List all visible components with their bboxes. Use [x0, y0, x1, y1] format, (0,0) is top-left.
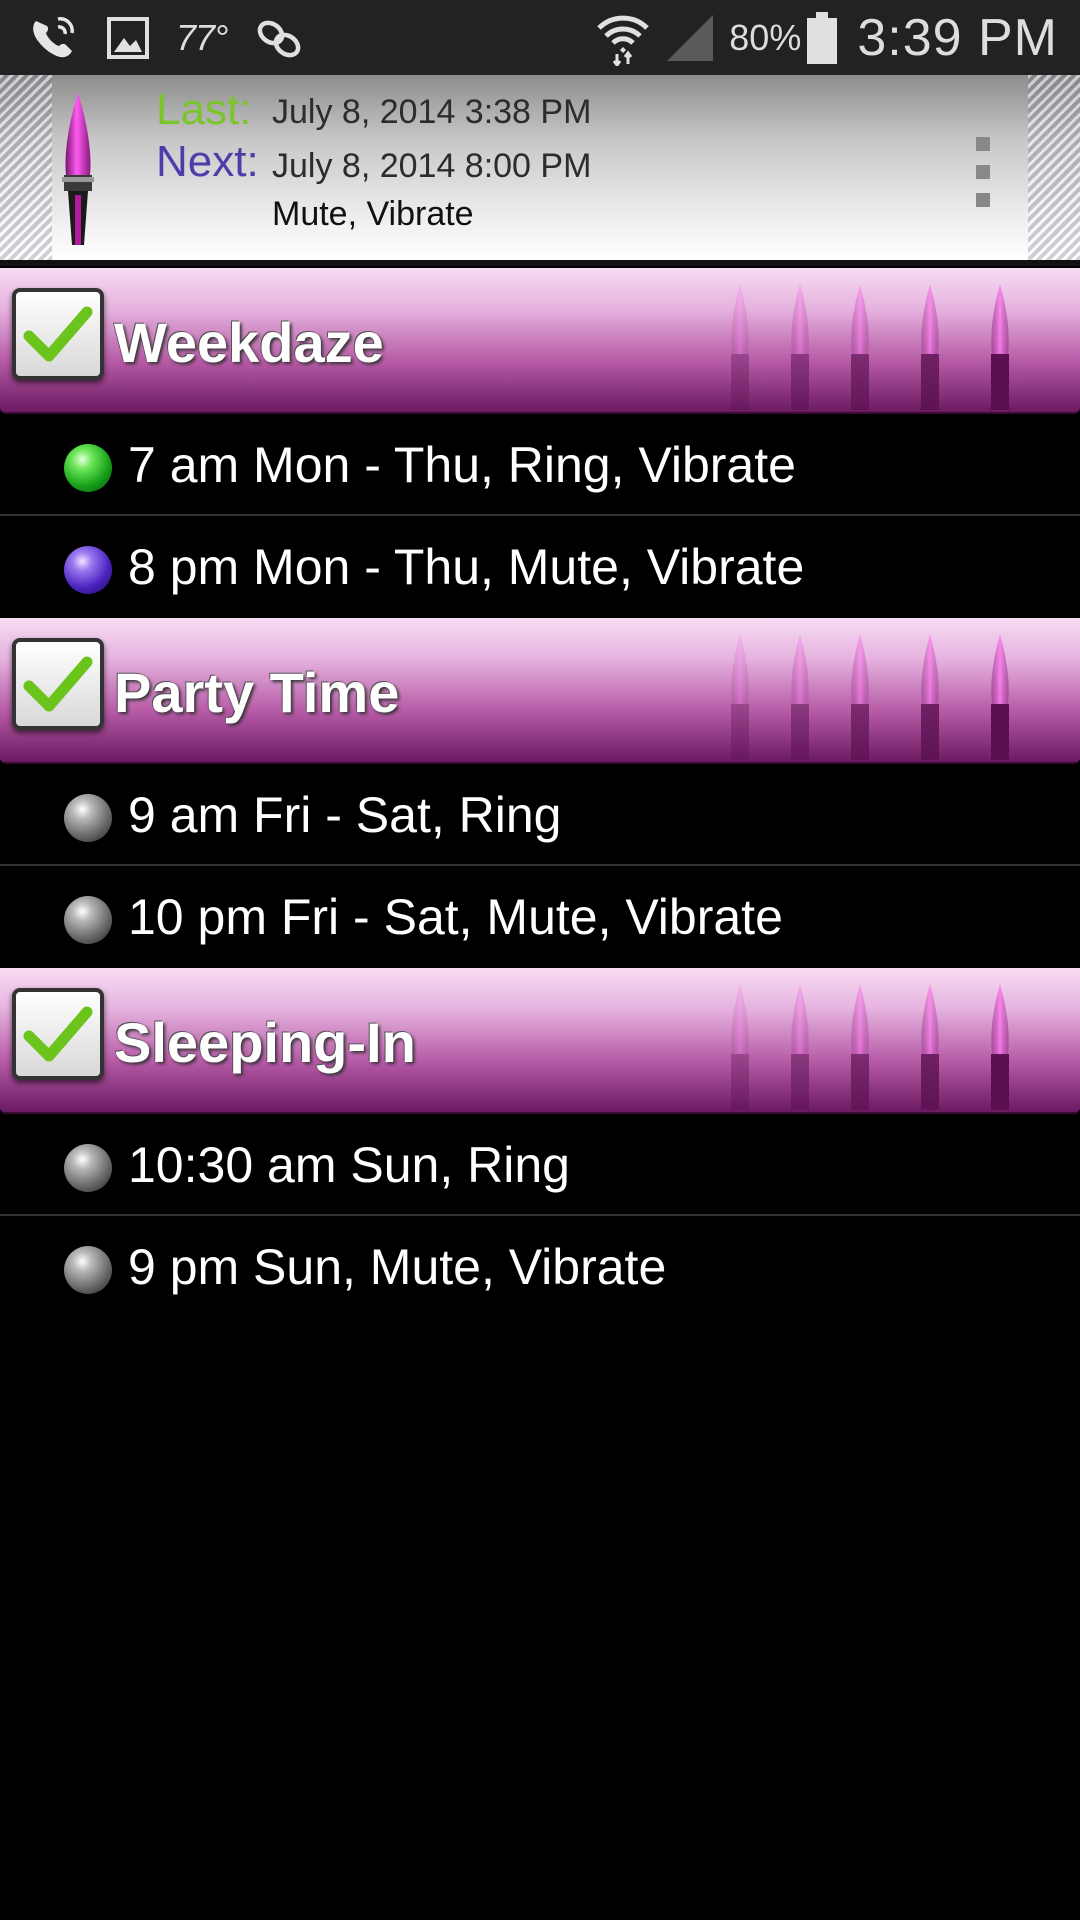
schedule-event-row[interactable]: 8 pm Mon - Thu, Mute, Vibrate — [0, 516, 1080, 618]
event-description: 10:30 am Sun, Ring — [128, 1137, 570, 1193]
next-change-mode: Mute, Vibrate — [272, 195, 474, 233]
status-indicator-icon — [64, 546, 112, 594]
status-indicator-icon — [64, 1144, 112, 1192]
header-divider — [0, 260, 1080, 266]
group-header-party-time[interactable]: Party Time — [0, 618, 1080, 764]
status-indicator-icon — [64, 444, 112, 492]
missed-call-icon — [28, 15, 80, 61]
temperature-text: 77° — [176, 16, 228, 58]
wifi-icon — [595, 10, 651, 66]
group-title: Sleeping-In — [114, 1011, 416, 1074]
schedule-event-row[interactable]: 9 am Fri - Sat, Ring — [0, 764, 1080, 866]
image-icon — [106, 16, 150, 60]
checkmark-icon — [23, 306, 93, 362]
event-description: 9 am Fri - Sat, Ring — [128, 787, 562, 843]
group-header-weekdaze[interactable]: Weekdaze — [0, 268, 1080, 414]
next-change-time: July 8, 2014 8:00 PM — [272, 147, 592, 185]
event-description: 10 pm Fri - Sat, Mute, Vibrate — [128, 889, 783, 945]
schedule-event-row[interactable]: 10 pm Fri - Sat, Mute, Vibrate — [0, 866, 1080, 968]
group-title: Party Time — [114, 661, 400, 724]
status-indicator-icon — [64, 794, 112, 842]
clock-time: 3:39 PM — [857, 8, 1058, 67]
header-decoration — [0, 75, 52, 260]
schedule-event-row[interactable]: 9 pm Sun, Mute, Vibrate — [0, 1216, 1080, 1318]
group-enable-checkbox[interactable] — [12, 288, 104, 380]
event-description: 8 pm Mon - Thu, Mute, Vibrate — [128, 539, 805, 595]
schedule-event-row[interactable]: 7 am Mon - Thu, Ring, Vibrate — [0, 414, 1080, 516]
candles-decoration — [731, 984, 1009, 1110]
next-label: Next: — [156, 137, 259, 186]
group-enable-checkbox[interactable] — [12, 988, 104, 1080]
checkmark-icon — [23, 1006, 93, 1062]
status-bar: 77° 80% 3:39 PM — [0, 0, 1080, 75]
signal-icon — [665, 13, 715, 63]
battery-icon — [807, 11, 838, 64]
candles-decoration — [731, 284, 1009, 410]
group-header-sleeping-in[interactable]: Sleeping-In — [0, 968, 1080, 1114]
link-icon — [253, 15, 305, 61]
battery-percent: 80% — [729, 16, 802, 58]
event-description: 7 am Mon - Thu, Ring, Vibrate — [128, 437, 796, 493]
group-title: Weekdaze — [114, 311, 384, 374]
overflow-menu-icon[interactable] — [968, 137, 998, 207]
status-indicator-icon — [64, 896, 112, 944]
last-change-time: July 8, 2014 3:38 PM — [272, 93, 592, 131]
status-indicator-icon — [64, 1246, 112, 1294]
group-enable-checkbox[interactable] — [12, 638, 104, 730]
schedule-event-row[interactable]: 10:30 am Sun, Ring — [0, 1114, 1080, 1216]
last-label: Last: — [156, 85, 252, 134]
checkmark-icon — [23, 656, 93, 712]
schedule-header: Last: July 8, 2014 3:38 PM Next: July 8,… — [0, 75, 1080, 260]
app-logo-icon — [62, 93, 94, 245]
header-decoration — [1028, 75, 1080, 260]
event-description: 9 pm Sun, Mute, Vibrate — [128, 1239, 667, 1295]
candles-decoration — [731, 634, 1009, 760]
